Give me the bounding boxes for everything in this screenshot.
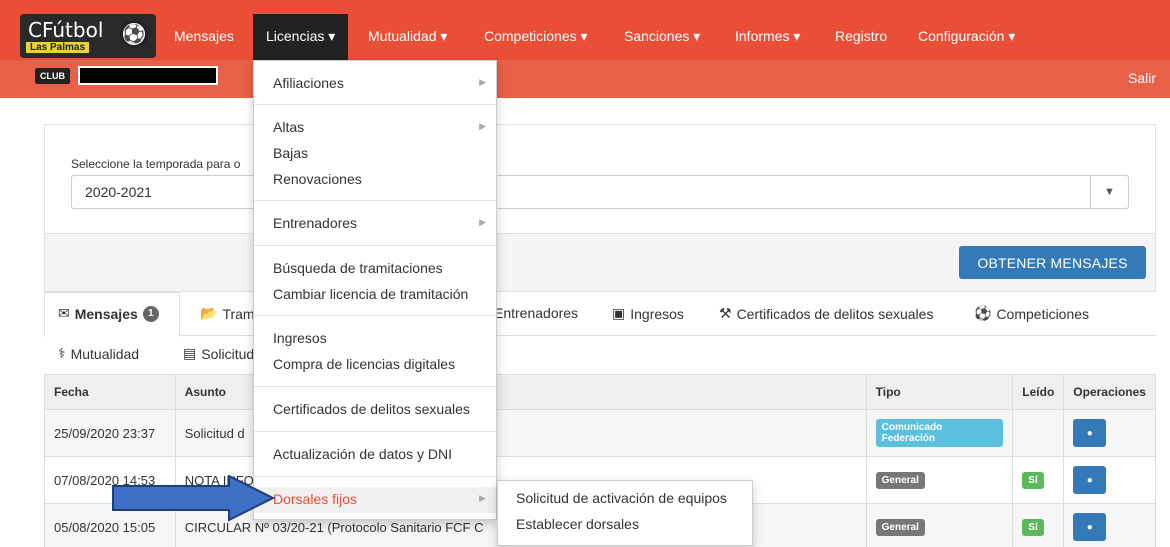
licencias-dropdown: Afiliaciones ▶ Altas ▶ Bajas Renovacione…: [253, 60, 497, 520]
read-badge: Sí: [1022, 519, 1044, 536]
menu-item-busqueda[interactable]: Búsqueda de tramitaciones: [273, 260, 443, 276]
read-badge: Sí: [1022, 472, 1044, 489]
cell-tipo: General: [865, 456, 1014, 504]
arrow-right-icon: [112, 474, 276, 522]
tipo-badge: Comunicado Federación: [875, 419, 1004, 447]
cell-leido: [1012, 409, 1065, 457]
nav-licencias[interactable]: Licencias ▾: [253, 14, 349, 60]
cell-leido: Sí: [1012, 503, 1065, 547]
tab-mutualidad[interactable]: ⚕ Mutualidad: [58, 345, 139, 362]
menu-item-compra-licencias[interactable]: Compra de licencias digitales: [273, 356, 455, 372]
cell-leido: Sí: [1012, 456, 1065, 504]
season-select[interactable]: [71, 175, 1129, 209]
cell-tipo: General: [865, 503, 1014, 547]
eye-icon[interactable]: ●: [1073, 466, 1107, 494]
nav-informes[interactable]: Informes ▾: [735, 28, 800, 45]
folder-icon: 📂: [200, 305, 218, 321]
nav-registro[interactable]: Registro: [835, 28, 887, 44]
menu-item-actualizacion[interactable]: Actualización de datos y DNI: [273, 446, 452, 462]
menu-item-certificados[interactable]: Certificados de delitos sexuales: [273, 401, 470, 417]
cell-operaciones: ●: [1063, 503, 1156, 547]
stethoscope-icon: ⚕: [58, 345, 66, 361]
tab-competiciones-label: Competiciones: [996, 305, 1090, 322]
season-label: Seleccione la temporada para o: [71, 157, 241, 171]
get-messages-button[interactable]: OBTENER MENSAJES: [959, 246, 1146, 279]
tab-ingresos-label: Ingresos: [630, 305, 684, 322]
tab-ingresos[interactable]: ▣ Ingresos: [612, 305, 684, 322]
submenu-item-activacion[interactable]: Solicitud de activación de equipos: [516, 490, 727, 506]
credit-card-icon: ▤: [183, 345, 197, 361]
col-fecha[interactable]: Fecha: [44, 374, 176, 410]
table-row: 25/09/2020 23:37 Solicitud d Comunicado …: [44, 409, 1156, 457]
logout-link[interactable]: Salir: [1128, 70, 1156, 86]
menu-item-cambiar-licencia[interactable]: Cambiar licencia de tramitación: [273, 286, 468, 302]
club-name-redacted: [78, 66, 218, 85]
eye-icon[interactable]: ●: [1073, 513, 1107, 541]
menu-item-entrenadores[interactable]: Entrenadores: [273, 215, 357, 231]
eye-icon[interactable]: ●: [1073, 419, 1107, 447]
brand-subtitle: Las Palmas: [26, 42, 90, 53]
caret-right-icon: ▶: [479, 217, 486, 227]
nav-mutualidad[interactable]: Mutualidad ▾: [368, 28, 447, 45]
table-header-row: Fecha Asunto Tipo Leído Operaciones: [44, 374, 1156, 410]
col-operaciones: Operaciones: [1063, 374, 1156, 410]
money-icon: ▣: [612, 305, 626, 321]
brand-logo[interactable]: CFútbol Las Palmas ⚽: [20, 14, 156, 58]
messages-count-badge: 1: [142, 305, 159, 322]
envelope-icon: ✉: [58, 305, 70, 321]
nav-mensajes[interactable]: Mensajes: [174, 28, 234, 44]
tipo-badge: General: [875, 519, 925, 536]
tab-competiciones[interactable]: ⚽ Competiciones: [974, 305, 1089, 322]
cell-operaciones: ●: [1063, 409, 1156, 457]
nav-sanciones[interactable]: Sanciones ▾: [624, 28, 700, 45]
col-leido[interactable]: Leído: [1012, 374, 1065, 410]
gavel-icon: ⚒: [719, 305, 732, 321]
tab-tramitaciones[interactable]: 📂 Tram: [200, 305, 255, 322]
menu-divider: [254, 200, 496, 201]
chevron-down-icon[interactable]: ▼: [1090, 176, 1128, 208]
caret-right-icon: ▶: [479, 77, 486, 87]
menu-divider: [254, 431, 496, 432]
tab-solicitudes[interactable]: ▤ Solicitud: [183, 345, 254, 362]
nav-competiciones[interactable]: Competiciones ▾: [484, 28, 588, 45]
soccer-ball-icon: ⚽: [120, 20, 148, 48]
tab-certificados-label: Certificados de delitos sexuales: [736, 305, 934, 322]
tab-mensajes-label: Mensajes: [74, 305, 138, 322]
col-tipo[interactable]: Tipo: [865, 374, 1014, 410]
submenu-item-establecer[interactable]: Establecer dorsales: [516, 516, 639, 532]
tab-mutualidad-label: Mutualidad: [70, 345, 140, 362]
menu-item-renovaciones[interactable]: Renovaciones: [273, 171, 362, 187]
tipo-badge: General: [875, 472, 925, 489]
menu-item-altas[interactable]: Altas: [273, 119, 304, 135]
menu-divider: [254, 315, 496, 316]
tab-certificados[interactable]: ⚒ Certificados de delitos sexuales: [719, 305, 933, 322]
brand-title: CFútbol: [28, 18, 104, 42]
tab-solicitudes-label: Solicitud: [201, 345, 255, 362]
menu-divider: [254, 386, 496, 387]
tab-tram-label: Tram: [222, 305, 255, 322]
nav-configuracion[interactable]: Configuración ▾: [918, 28, 1015, 45]
caret-right-icon: ▶: [479, 121, 486, 131]
cell-fecha: 25/09/2020 23:37: [44, 409, 176, 457]
club-badge: CLUB: [35, 68, 70, 84]
menu-item-dorsales-fijos[interactable]: Dorsales fijos: [273, 491, 357, 507]
cell-operaciones: ●: [1063, 456, 1156, 504]
menu-item-afiliaciones[interactable]: Afiliaciones: [273, 75, 344, 91]
menu-divider: [254, 245, 496, 246]
tab-mensajes[interactable]: ✉ Mensajes 1: [58, 305, 159, 322]
menu-item-ingresos[interactable]: Ingresos: [273, 330, 327, 346]
season-value: 2020-2021: [85, 184, 152, 200]
menu-item-bajas[interactable]: Bajas: [273, 145, 308, 161]
soccer-ball-icon: ⚽: [974, 305, 992, 321]
menu-divider: [254, 104, 496, 105]
menu-divider: [254, 476, 496, 477]
tab-entrenadores[interactable]: Entrenadores: [494, 305, 578, 321]
caret-right-icon: ▶: [479, 493, 486, 503]
cell-tipo: Comunicado Federación: [865, 409, 1014, 457]
dorsales-submenu: Solicitud de activación de equipos Estab…: [497, 480, 753, 546]
